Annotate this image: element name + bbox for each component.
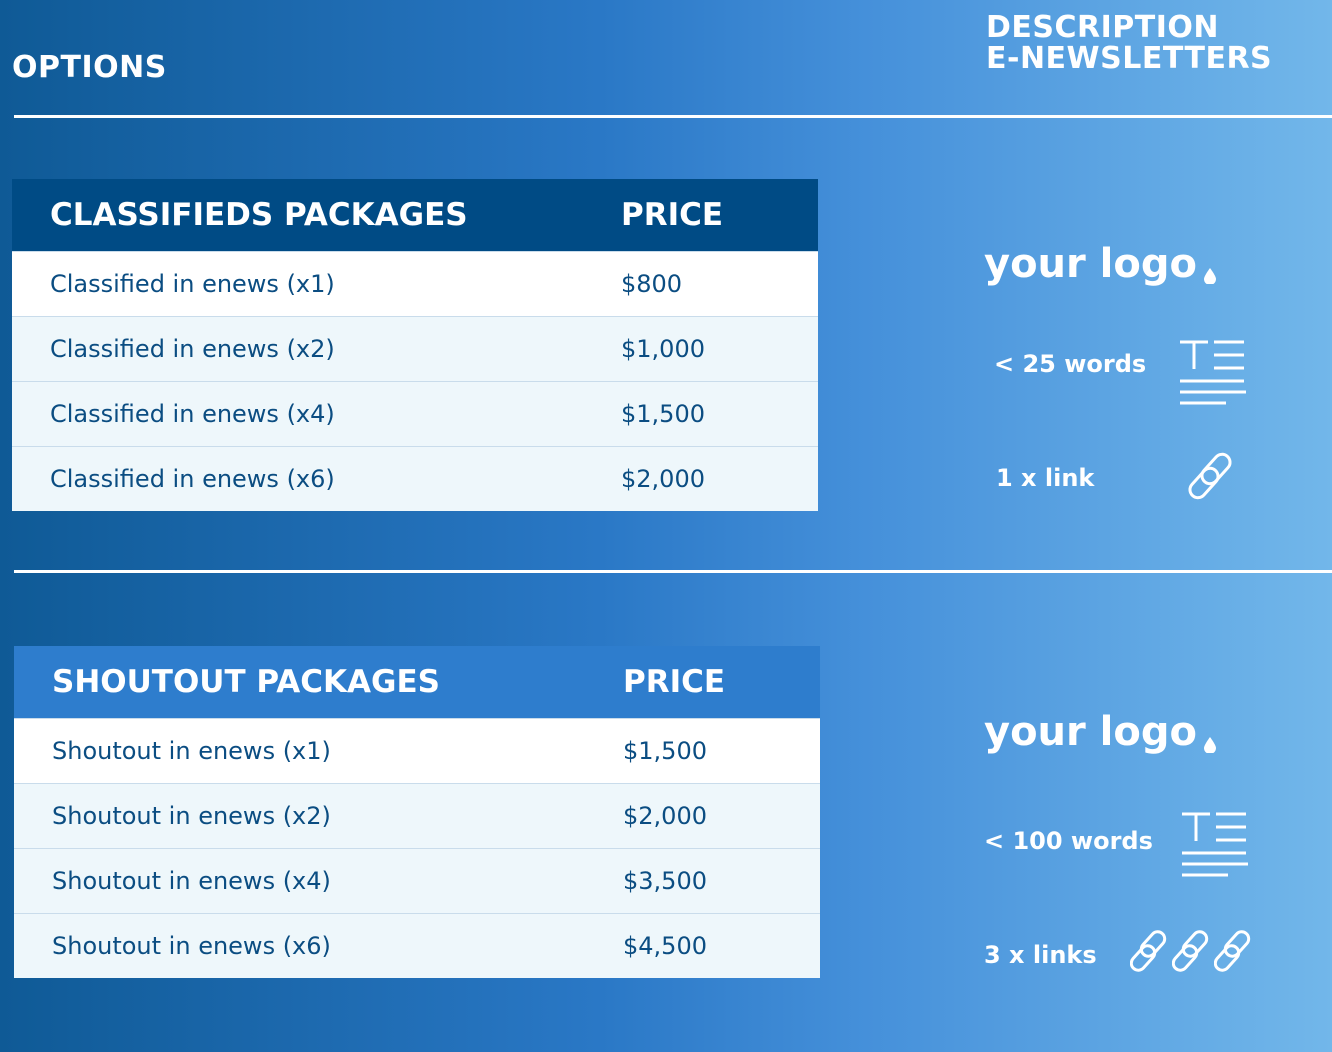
link-icon — [1214, 930, 1251, 972]
package-price: $2,000 — [621, 465, 705, 493]
logo-drop-icon — [1204, 737, 1216, 753]
link-icon — [1186, 450, 1242, 502]
shoutout-packages-column-header: SHOUTOUT PACKAGES — [52, 664, 440, 700]
enewsletters-label: E-NEWSLETTERS — [986, 41, 1273, 76]
classifieds-table: CLASSIFIEDS PACKAGES PRICE Classified in… — [12, 179, 818, 511]
top-divider — [14, 115, 1332, 118]
table-row: Classified in enews (x2) $1,000 — [12, 316, 818, 381]
package-price: $1,500 — [621, 400, 705, 428]
logo-text: your logo — [984, 709, 1197, 755]
text-lines-icon — [1180, 811, 1250, 879]
classifieds-packages-column-header: CLASSIFIEDS PACKAGES — [50, 197, 468, 233]
shoutout-price-column-header: PRICE — [623, 664, 726, 700]
table-row: Shoutout in enews (x2) $2,000 — [14, 783, 820, 848]
package-name: Classified in enews (x1) — [50, 270, 335, 298]
link-icon — [1130, 930, 1167, 972]
classifieds-table-header: CLASSIFIEDS PACKAGES PRICE — [12, 179, 818, 251]
middle-divider — [14, 570, 1332, 573]
classifieds-logo-placeholder: your logo — [984, 240, 1197, 288]
package-price: $4,500 — [623, 932, 707, 960]
package-name: Shoutout in enews (x4) — [52, 867, 331, 895]
table-row: Classified in enews (x4) $1,500 — [12, 381, 818, 446]
package-price: $1,000 — [621, 335, 705, 363]
logo-drop-icon — [1204, 268, 1216, 284]
shoutout-table: SHOUTOUT PACKAGES PRICE Shoutout in enew… — [14, 646, 820, 978]
table-row: Classified in enews (x6) $2,000 — [12, 446, 818, 511]
package-price: $2,000 — [623, 802, 707, 830]
package-name: Shoutout in enews (x6) — [52, 932, 331, 960]
table-row: Shoutout in enews (x6) $4,500 — [14, 913, 820, 978]
package-name: Shoutout in enews (x1) — [52, 737, 331, 765]
table-row: Shoutout in enews (x4) $3,500 — [14, 848, 820, 913]
table-row: Classified in enews (x1) $800 — [12, 251, 818, 316]
shoutout-words-limit: < 100 words — [984, 827, 1153, 855]
shoutout-logo-placeholder: your logo — [984, 708, 1197, 756]
package-name: Classified in enews (x6) — [50, 465, 335, 493]
description-heading: DESCRIPTION E-NEWSLETTERS — [986, 12, 1272, 74]
classifieds-links-count: 1 x link — [996, 464, 1095, 492]
description-label: DESCRIPTION — [986, 10, 1220, 45]
shoutout-links-count: 3 x links — [984, 941, 1097, 969]
package-price: $1,500 — [623, 737, 707, 765]
logo-text: your logo — [984, 241, 1197, 287]
links-icon-group — [1130, 928, 1254, 976]
package-price: $3,500 — [623, 867, 707, 895]
package-name: Shoutout in enews (x2) — [52, 802, 331, 830]
options-heading: OPTIONS — [12, 50, 167, 85]
package-price: $800 — [621, 270, 683, 298]
shoutout-table-header: SHOUTOUT PACKAGES PRICE — [14, 646, 820, 718]
link-icon — [1172, 930, 1209, 972]
package-name: Classified in enews (x2) — [50, 335, 335, 363]
table-row: Shoutout in enews (x1) $1,500 — [14, 718, 820, 783]
package-name: Classified in enews (x4) — [50, 400, 335, 428]
classifieds-price-column-header: PRICE — [621, 197, 724, 233]
text-lines-icon — [1178, 339, 1248, 407]
classifieds-words-limit: < 25 words — [994, 350, 1147, 378]
